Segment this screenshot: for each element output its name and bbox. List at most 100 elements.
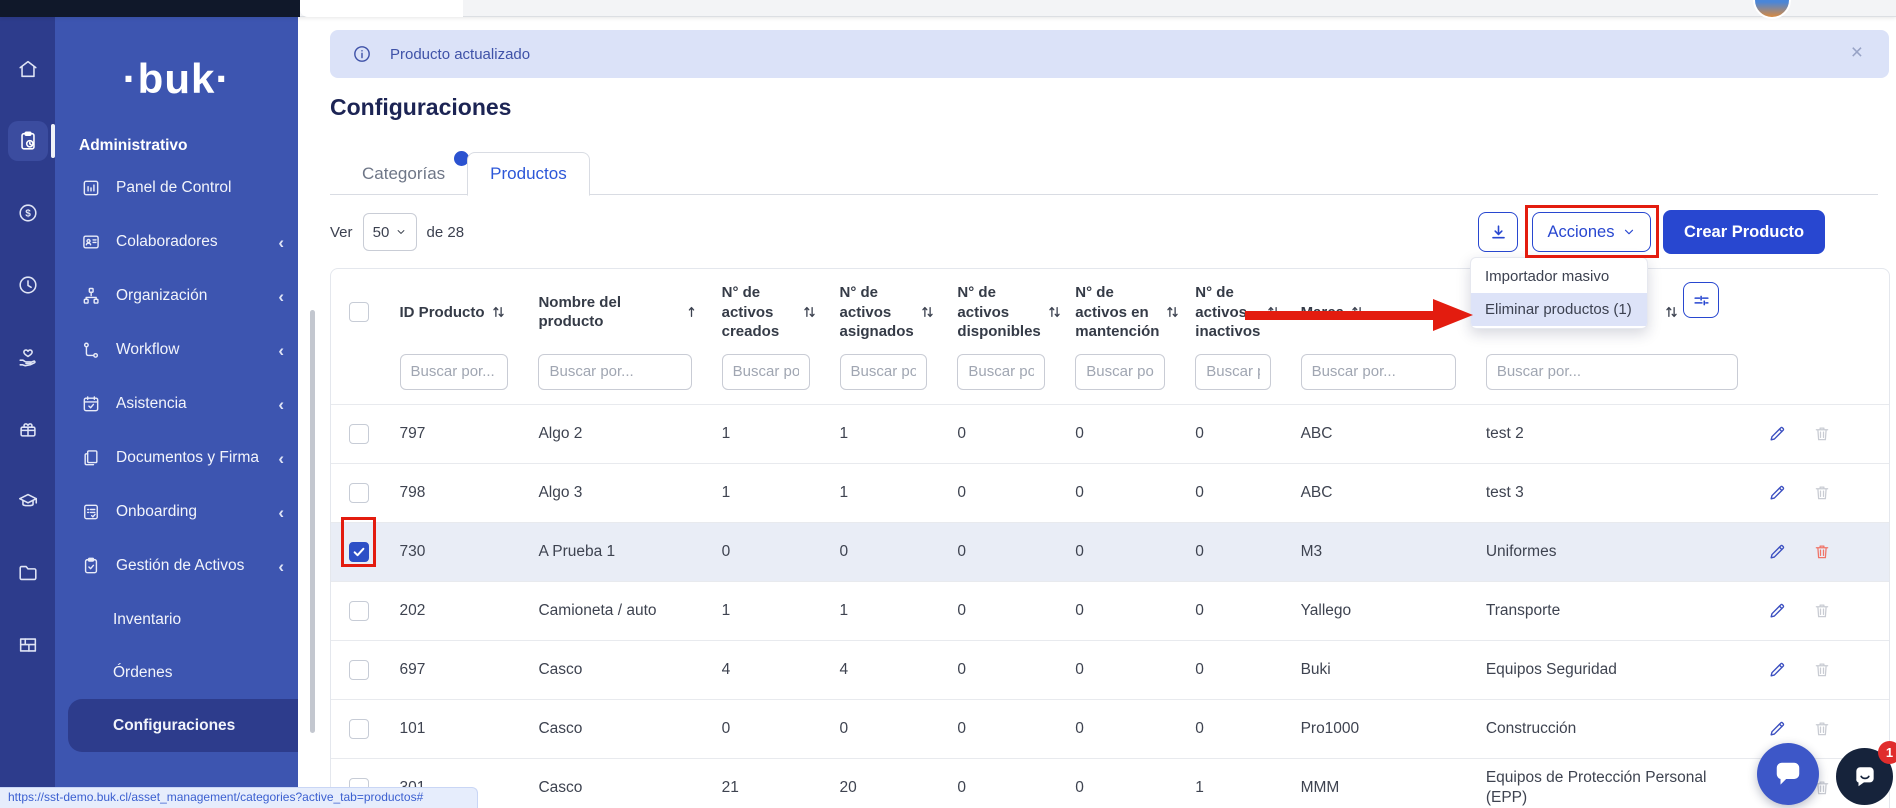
menu-item-eliminar-productos-1[interactable]: Eliminar productos (1) [1471, 293, 1647, 326]
chevron-left-icon: ‹ [278, 234, 284, 251]
filter-input-asignados[interactable] [840, 354, 928, 390]
crear-producto-button[interactable]: Crear Producto [1663, 210, 1825, 254]
sidebar-item-panel-de-control[interactable]: Panel de Control [55, 161, 298, 215]
filter-input-categoria[interactable] [1486, 354, 1738, 390]
row-checkbox[interactable] [349, 424, 369, 444]
tab-productos[interactable]: Productos [467, 152, 590, 196]
column-settings-button[interactable] [1683, 282, 1719, 318]
column-label: N° de activos creados [722, 283, 796, 342]
row-select-cell [331, 522, 382, 581]
filter-input-marca[interactable] [1301, 354, 1456, 390]
rail-item-graduation-cap[interactable] [8, 481, 48, 521]
column-label: N° de activos en mantención [1075, 283, 1159, 342]
rail-item-home[interactable] [8, 49, 48, 89]
delete-trash-icon[interactable] [1813, 601, 1831, 620]
acciones-dropdown-menu: Importador masivoEliminar productos (1) [1470, 257, 1648, 329]
sidebar-item-gestion-de-activos[interactable]: Gestión de Activos‹ [55, 539, 298, 593]
cell-categoria: Transporte [1468, 581, 1750, 640]
sidebar-item-label: Documentos y Firma [116, 449, 259, 467]
column-header-disponibles: N° de activos disponibles [939, 269, 1057, 352]
row-checkbox[interactable] [349, 601, 369, 621]
cell-categoria: Equipos de Protección Personal (EPP) [1468, 758, 1750, 808]
sidebar-item-organizacion[interactable]: Organización‹ [55, 269, 298, 323]
scrollbar-thumb[interactable] [310, 310, 315, 733]
filter-input-id[interactable] [400, 354, 509, 390]
sort-both-icon [1166, 305, 1179, 319]
filter-input-disponibles[interactable] [957, 354, 1045, 390]
products-table-card: ID ProductoNombre del productoN° de acti… [330, 268, 1890, 808]
delete-trash-icon[interactable] [1813, 424, 1831, 443]
sidebar-item-label: Workflow [116, 341, 179, 359]
sidebar-item-colaboradores[interactable]: Colaboradores‹ [55, 215, 298, 269]
rail-item-folder[interactable] [8, 553, 48, 593]
hand-heart-icon [17, 346, 39, 368]
tab-categorias[interactable]: Categorías [340, 153, 467, 195]
chevron-left-icon: ‹ [278, 504, 284, 521]
chevron-down-icon [1623, 226, 1635, 238]
filter-input-creados[interactable] [722, 354, 810, 390]
page-size-select[interactable]: 50 [363, 213, 417, 251]
row-checkbox[interactable] [349, 719, 369, 739]
sidebar-subitem-ordenes[interactable]: Órdenes [55, 646, 298, 699]
rail-item-bank[interactable] [8, 625, 48, 665]
edit-pencil-icon[interactable] [1768, 719, 1787, 738]
delete-trash-icon[interactable] [1813, 483, 1831, 502]
sort-both-icon [921, 305, 934, 319]
bank-icon [17, 634, 39, 656]
sidebar-item-documentos-y-firma[interactable]: Documentos y Firma‹ [55, 431, 298, 485]
table-row: 798Algo 311000ABCtest 3 [331, 463, 1889, 522]
edit-pencil-icon[interactable] [1768, 660, 1787, 679]
edit-pencil-icon[interactable] [1768, 483, 1787, 502]
filter-input-mantencion[interactable] [1075, 354, 1165, 390]
rail-item-clipboard-clock[interactable] [8, 121, 48, 161]
delete-trash-icon[interactable] [1813, 660, 1831, 679]
close-icon[interactable]: × [1851, 42, 1863, 63]
cell-inactivos: 0 [1177, 463, 1282, 522]
status-bar-url: https://sst-demo.buk.cl/asset_management… [0, 787, 478, 808]
edit-pencil-icon[interactable] [1768, 424, 1787, 443]
row-checkbox[interactable] [349, 660, 369, 680]
sidebar-subitem-inventario[interactable]: Inventario [55, 593, 298, 646]
row-checkbox[interactable] [349, 542, 369, 562]
rail-item-hand-heart[interactable] [8, 337, 48, 377]
rail-item-dollar[interactable]: $ [8, 193, 48, 233]
column-header-asignados: N° de activos asignados [822, 269, 940, 352]
rail-item-gift[interactable] [8, 409, 48, 449]
ver-label: Ver [330, 224, 353, 241]
download-button[interactable] [1478, 212, 1518, 252]
sidebar-item-asistencia[interactable]: Asistencia‹ [55, 377, 298, 431]
screen: $ ·buk· Administrativo Panel de ControlC… [0, 0, 1896, 808]
sidebar-item-label: Panel de Control [116, 179, 231, 197]
select-all-checkbox[interactable] [349, 302, 369, 322]
menu-item-importador-masivo[interactable]: Importador masivo [1471, 260, 1647, 293]
sidebar-item-label: Gestión de Activos [116, 557, 244, 575]
sidebar-submenu: InventarioÓrdenesConfiguraciones [55, 593, 298, 752]
cell-mantencion: 0 [1057, 581, 1177, 640]
column-label: ID Producto [400, 303, 485, 323]
cell-nombre: Algo 2 [520, 404, 703, 463]
row-checkbox[interactable] [349, 483, 369, 503]
edit-pencil-icon[interactable] [1768, 542, 1787, 561]
chevron-down-icon [396, 227, 406, 237]
cell-asignados: 1 [822, 581, 940, 640]
edit-pencil-icon[interactable] [1768, 601, 1787, 620]
sidebar-item-onboarding[interactable]: Onboarding‹ [55, 485, 298, 539]
acciones-button[interactable]: Acciones [1532, 212, 1651, 252]
chat-widget-button[interactable] [1757, 743, 1819, 805]
sidebar-subitem-configuraciones[interactable]: Configuraciones [68, 699, 298, 752]
clipboard-clock-icon [17, 130, 39, 152]
filter-input-nombre[interactable] [538, 354, 691, 390]
delete-trash-icon[interactable] [1813, 719, 1831, 738]
filter-input-inactivos[interactable] [1195, 354, 1270, 390]
info-icon [352, 44, 372, 64]
row-select-cell [331, 640, 382, 699]
rail-item-clock[interactable] [8, 265, 48, 305]
table-row: 697Casco44000BukiEquipos Seguridad [331, 640, 1889, 699]
column-header-mantencion: N° de activos en mantención [1057, 269, 1177, 352]
table-header-row: ID ProductoNombre del productoN° de acti… [331, 269, 1889, 352]
cell-disponibles: 0 [939, 758, 1057, 808]
dollar-icon: $ [17, 202, 39, 224]
sidebar-item-workflow[interactable]: Workflow‹ [55, 323, 298, 377]
chat-smile-icon [1852, 764, 1878, 790]
delete-trash-icon[interactable] [1813, 542, 1831, 561]
